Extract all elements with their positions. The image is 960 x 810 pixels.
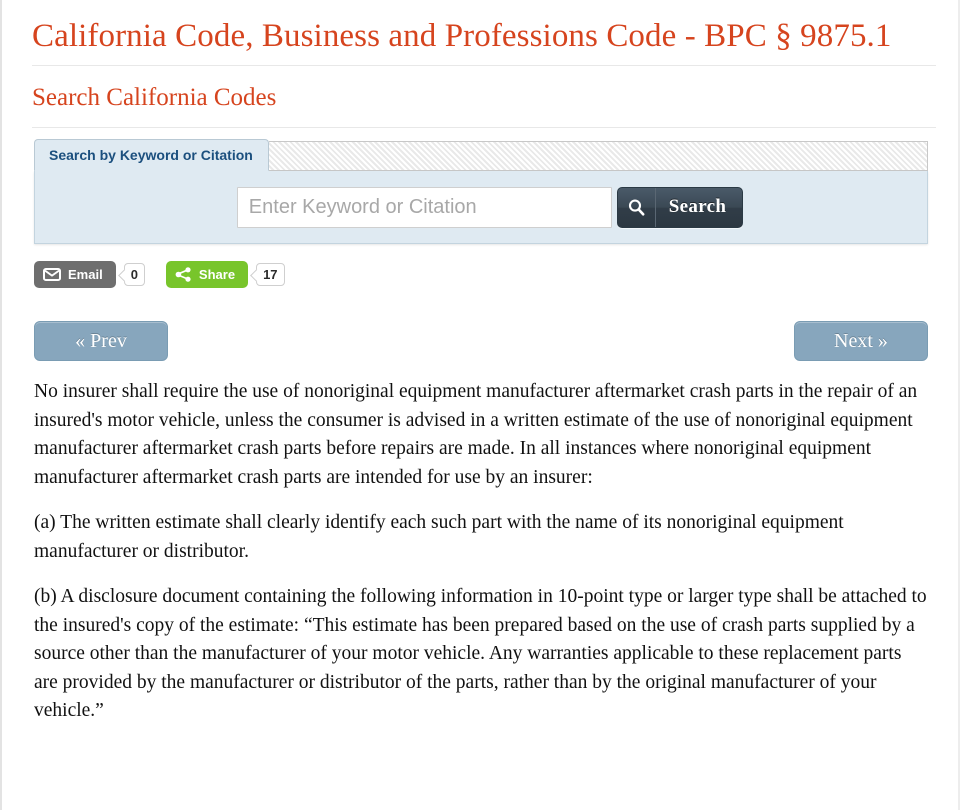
social-share-bar: Email 0 Share 17 <box>32 244 946 288</box>
next-button[interactable]: Next » <box>794 321 928 361</box>
search-panel: Search by Keyword or Citation Sear <box>34 138 928 244</box>
content-wrapper: California Code, Business and Profession… <box>2 0 958 726</box>
search-input[interactable] <box>236 186 612 228</box>
search-button[interactable]: Search <box>616 186 744 228</box>
prev-button-label: « Prev <box>75 329 127 352</box>
share-count-badge: 17 <box>256 263 285 286</box>
email-count-badge: 0 <box>123 263 145 286</box>
search-controls: Search <box>236 186 744 228</box>
share-count: 17 <box>263 267 278 282</box>
statute-paragraph: (a) The written estimate shall clearly i… <box>34 512 844 562</box>
search-section-heading: Search California Codes <box>32 84 277 111</box>
email-button[interactable]: Email <box>34 261 116 288</box>
email-button-label: Email <box>68 267 103 282</box>
share-nodes-icon <box>175 267 192 282</box>
email-group: Email 0 <box>34 261 145 288</box>
section-divider <box>32 127 936 129</box>
pagination-bar: « Prev Next » <box>32 288 946 361</box>
tabstrip-filler <box>268 141 928 171</box>
search-button-label: Search <box>668 196 727 217</box>
magnifier-icon <box>618 187 656 227</box>
search-form: Search <box>34 171 928 244</box>
statute-paragraph: (b) A disclosure document containing the… <box>34 586 927 721</box>
envelope-icon <box>43 268 61 281</box>
share-group: Share 17 <box>165 261 285 288</box>
page-container: California Code, Business and Profession… <box>0 0 960 810</box>
share-button[interactable]: Share <box>165 261 249 288</box>
next-button-label: Next » <box>834 329 888 352</box>
page-title: California Code, Business and Profession… <box>32 18 892 54</box>
prev-button[interactable]: « Prev <box>34 321 168 361</box>
statute-paragraph: No insurer shall require the use of nono… <box>34 381 918 488</box>
statute-text: No insurer shall require the use of nono… <box>32 361 946 726</box>
email-count: 0 <box>130 267 138 282</box>
share-button-label: Share <box>198 267 236 282</box>
search-tabstrip: Search by Keyword or Citation <box>34 138 928 171</box>
tab-label: Search by Keyword or Citation <box>49 147 253 163</box>
tab-search-by-keyword-or-citation[interactable]: Search by Keyword or Citation <box>34 139 269 171</box>
